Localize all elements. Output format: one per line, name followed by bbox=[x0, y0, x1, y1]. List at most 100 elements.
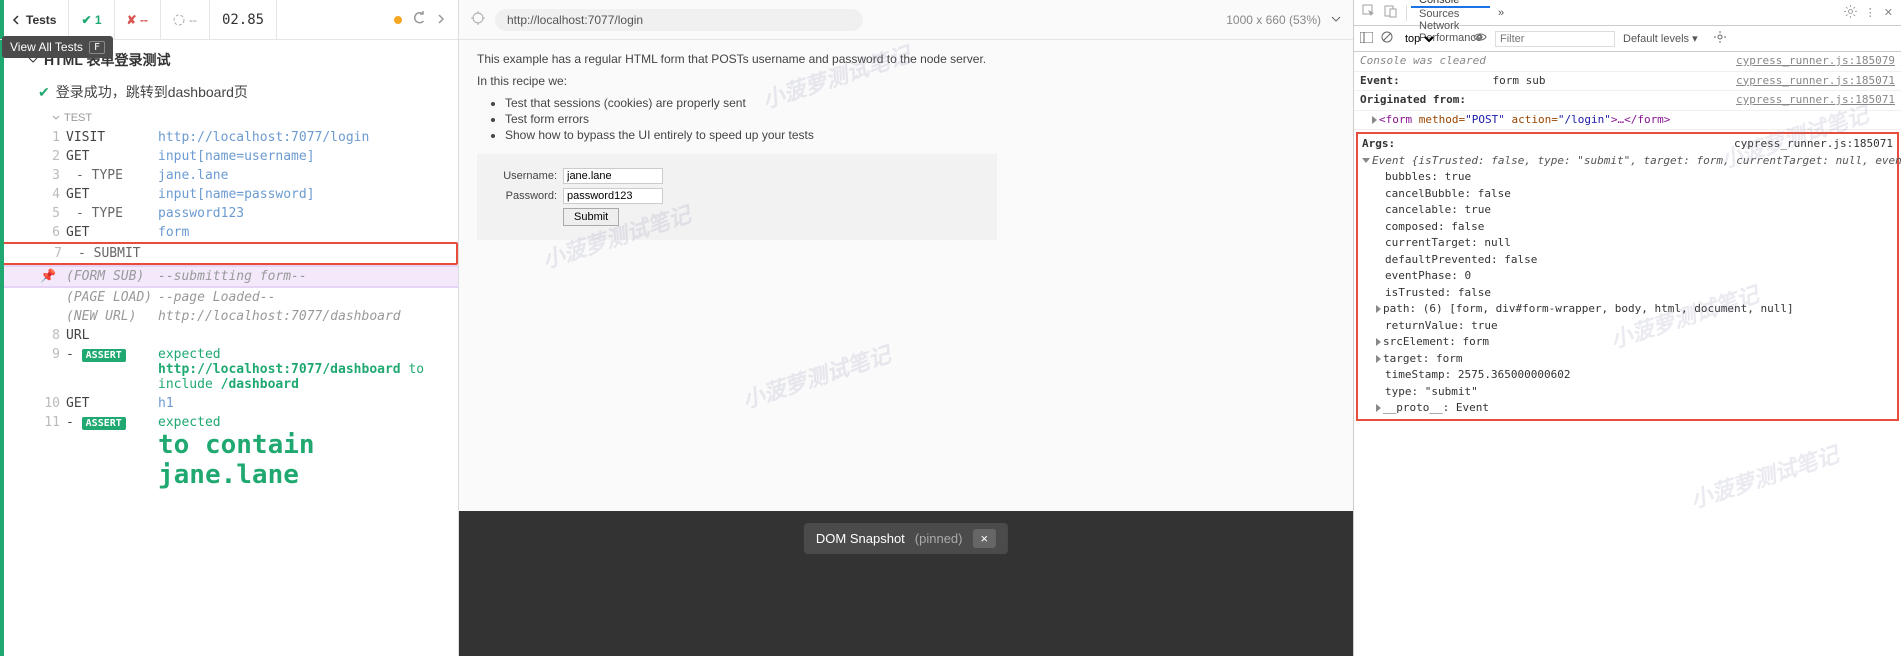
restart-button[interactable] bbox=[412, 11, 426, 28]
password-input[interactable] bbox=[563, 188, 663, 204]
intro-text: This example has a regular HTML form tha… bbox=[477, 52, 1335, 66]
command-message: --page Loaded-- bbox=[158, 290, 450, 305]
pass-count: ✔ 1 bbox=[69, 0, 114, 39]
command-row[interactable]: 10GETh1 bbox=[0, 394, 458, 413]
source-link[interactable]: cypress_runner.js:185071 bbox=[1736, 73, 1895, 90]
command-method: URL bbox=[66, 328, 158, 343]
command-row[interactable]: 6GETform bbox=[0, 223, 458, 242]
device-icon bbox=[1384, 4, 1398, 18]
devtools-close-button[interactable]: ✕ bbox=[1880, 6, 1897, 19]
live-expression-button[interactable] bbox=[1473, 32, 1487, 45]
caret-down-icon bbox=[52, 114, 60, 122]
cypress-reporter: Tests ✔ 1 ✘ -- -- 02.85 bbox=[0, 0, 459, 656]
object-property: composed: false bbox=[1376, 219, 1893, 236]
command-row[interactable]: 📌(FORM SUB)--submitting form-- bbox=[0, 265, 458, 288]
devtools-settings-button[interactable] bbox=[1840, 5, 1861, 21]
chevron-down-icon bbox=[1331, 14, 1341, 24]
viewport-menu-button[interactable] bbox=[1331, 13, 1341, 27]
command-number: 4 bbox=[40, 187, 66, 202]
command-row[interactable]: 5- TYPEpassword123 bbox=[0, 204, 458, 223]
command-number: 📌 bbox=[40, 269, 66, 284]
command-message: http://localhost:7077/login bbox=[158, 130, 450, 145]
command-message: input[name=password] bbox=[158, 187, 450, 202]
command-method: GET bbox=[66, 225, 158, 240]
object-property: defaultPrevented: false bbox=[1376, 252, 1893, 269]
command-row[interactable]: 2GETinput[name=username] bbox=[0, 147, 458, 166]
command-message: http://localhost:7077/dashboard bbox=[158, 309, 450, 324]
command-number: 3 bbox=[40, 168, 66, 183]
command-row[interactable]: 7- SUBMIT bbox=[0, 242, 458, 265]
accent-bar bbox=[0, 0, 4, 656]
command-message: --submitting form-- bbox=[158, 269, 450, 284]
source-link[interactable]: cypress_runner.js:185079 bbox=[1736, 53, 1895, 70]
tab-sources[interactable]: Sources bbox=[1411, 8, 1490, 20]
command-row[interactable]: 8URL bbox=[0, 326, 458, 345]
command-row[interactable]: 3- TYPEjane.lane bbox=[0, 166, 458, 185]
object-property: type: "submit" bbox=[1376, 384, 1893, 401]
command-message: h1 bbox=[158, 396, 450, 411]
command-number: 6 bbox=[40, 225, 66, 240]
test-title[interactable]: ✔ 登录成功，跳转到dashboard页 bbox=[0, 76, 458, 108]
object-property: bubbles: true bbox=[1376, 169, 1893, 186]
object-property: cancelable: true bbox=[1376, 202, 1893, 219]
submit-button[interactable]: Submit bbox=[563, 208, 619, 226]
snapshot-close-button[interactable]: × bbox=[972, 529, 996, 548]
list-item: Test that sessions (cookies) are properl… bbox=[505, 96, 1335, 110]
devtools-tabs: ElementsConsoleSourcesNetworkPerformance… bbox=[1354, 0, 1901, 26]
log-form-element[interactable]: <form method="POST" action="/login">…</f… bbox=[1354, 111, 1901, 131]
next-button[interactable] bbox=[436, 13, 446, 27]
command-method: - ASSERT bbox=[66, 415, 158, 430]
object-property[interactable]: __proto__: Event bbox=[1376, 400, 1893, 417]
command-row[interactable]: (NEW URL)http://localhost:7077/dashboard bbox=[0, 307, 458, 326]
clear-console-button[interactable] bbox=[1381, 31, 1393, 46]
object-property[interactable]: path: (6) [form, div#form-wrapper, body,… bbox=[1376, 301, 1893, 318]
event-summary[interactable]: Event {isTrusted: false, type: "submit",… bbox=[1362, 153, 1893, 170]
inspect-element-button[interactable] bbox=[1358, 4, 1380, 21]
object-property: timeStamp: 2575.365000000602 bbox=[1376, 367, 1893, 384]
tab-console[interactable]: Console bbox=[1411, 0, 1490, 8]
object-property[interactable]: target: form bbox=[1376, 351, 1893, 368]
source-link[interactable]: cypress_runner.js:185071 bbox=[1734, 136, 1893, 153]
gear-icon bbox=[1714, 31, 1726, 43]
tests-toggle[interactable]: Tests bbox=[0, 0, 69, 39]
device-toolbar-button[interactable] bbox=[1380, 4, 1402, 21]
pending-icon: -- bbox=[161, 0, 210, 39]
url-bar[interactable]: http://localhost:7077/login bbox=[495, 9, 863, 31]
clear-icon bbox=[1381, 31, 1393, 43]
command-row[interactable]: 9- ASSERTexpected http://localhost:7077/… bbox=[0, 345, 458, 394]
command-method: - ASSERT bbox=[66, 347, 158, 362]
inspect-icon bbox=[1362, 4, 1376, 18]
selector-playground-button[interactable] bbox=[471, 11, 485, 28]
console-settings-button[interactable] bbox=[1714, 31, 1726, 46]
object-property[interactable]: srcElement: form bbox=[1376, 334, 1893, 351]
devtools-menu-button[interactable]: ⋮ bbox=[1861, 6, 1880, 19]
console-filter-input[interactable] bbox=[1495, 31, 1615, 47]
context-select[interactable]: top bbox=[1401, 32, 1437, 46]
command-message: password123 bbox=[158, 206, 450, 221]
command-message: form bbox=[158, 225, 450, 240]
command-number: 10 bbox=[40, 396, 66, 411]
log-cleared: Console was cleared cypress_runner.js:18… bbox=[1354, 52, 1901, 72]
log-levels-select[interactable]: Default levels ▾ bbox=[1623, 32, 1698, 45]
login-form: Username: Password: Submit bbox=[477, 154, 997, 240]
fail-count: ✘ -- bbox=[115, 0, 161, 39]
viewport-size: 1000 x 660 (53%) bbox=[1226, 13, 1321, 27]
command-log: HTML 表单登录测试 ✔ 登录成功，跳转到dashboard页 TEST 1V… bbox=[0, 40, 458, 656]
command-method: - SUBMIT bbox=[68, 246, 160, 261]
console-sidebar-button[interactable] bbox=[1360, 32, 1373, 46]
tab-more[interactable]: » bbox=[1490, 0, 1512, 25]
source-link[interactable]: cypress_runner.js:185071 bbox=[1736, 92, 1895, 109]
intro-text2: In this recipe we: bbox=[477, 74, 1335, 88]
username-input[interactable] bbox=[563, 168, 663, 184]
command-message: jane.lane bbox=[158, 168, 450, 183]
command-row[interactable]: 4GETinput[name=password] bbox=[0, 185, 458, 204]
command-method: GET bbox=[66, 396, 158, 411]
command-row[interactable]: 11- ASSERTexpected to contain jane.lane bbox=[0, 413, 458, 492]
object-property: currentTarget: null bbox=[1376, 235, 1893, 252]
command-row[interactable]: (PAGE LOAD)--page Loaded-- bbox=[0, 288, 458, 307]
command-method: - TYPE bbox=[66, 168, 158, 183]
chevron-right-icon bbox=[436, 14, 446, 24]
command-number: 8 bbox=[40, 328, 66, 343]
command-method: VISIT bbox=[66, 130, 158, 145]
command-row[interactable]: 1VISIThttp://localhost:7077/login bbox=[0, 128, 458, 147]
